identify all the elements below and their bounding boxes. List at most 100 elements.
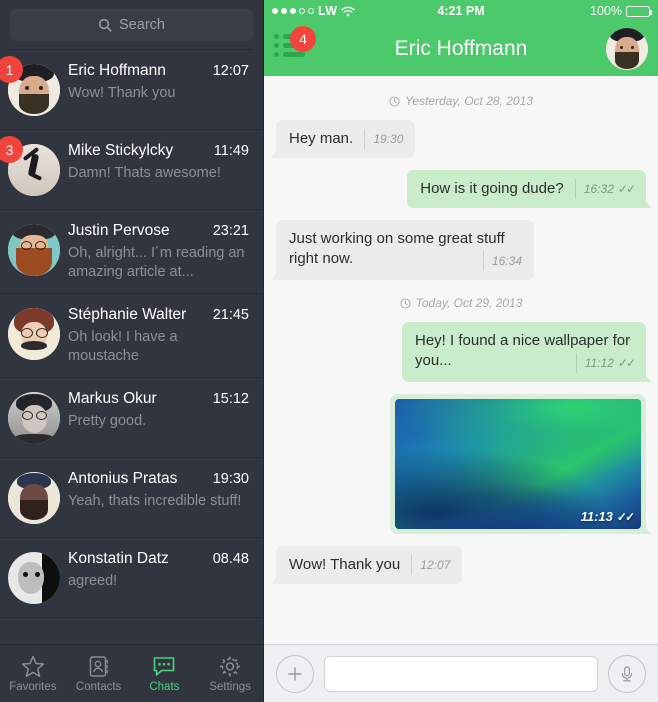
voice-record-button[interactable] <box>608 654 646 693</box>
menu-button[interactable]: 4 <box>274 26 316 64</box>
message-time: 19:30 <box>373 132 404 146</box>
tab-label: Favorites <box>9 681 57 693</box>
message-thread[interactable]: Yesterday, Oct 28, 2013 Hey man. 19:30 H… <box>264 76 658 644</box>
message-meta: 11:12 ✓✓ <box>575 353 636 373</box>
nav-bar: 4 Eric Hoffmann <box>264 22 658 76</box>
list-item[interactable]: Konstatin Datz 08.48 agreed! <box>0 538 263 618</box>
message-preview: Wow! Thank you <box>68 85 176 101</box>
status-right: 100% <box>590 4 652 18</box>
message-text: How is it going dude? <box>420 180 564 197</box>
list-item-body: Stéphanie Walter 21:45 Oh look! I have a… <box>68 306 253 366</box>
timestamp: 12:07 <box>212 63 249 79</box>
avatar-cell: 1 <box>0 56 68 116</box>
timestamp: 11:49 <box>213 143 249 159</box>
timestamp: 23:21 <box>212 223 249 239</box>
list-item[interactable]: Justin Pervose 23:21 Oh, alright... I´m … <box>0 210 263 294</box>
message-text: Just working on some great stuff right n… <box>289 230 505 267</box>
message-text: Wow! Thank you <box>289 556 401 573</box>
tab-contacts[interactable]: Contacts <box>66 645 132 702</box>
read-receipt-icon: ✓✓ <box>617 356 636 370</box>
list-item-body: Justin Pervose 23:21 Oh, alright... I´m … <box>68 222 253 282</box>
message-text: Hey man. <box>289 130 354 147</box>
message-bubble[interactable]: Just working on some great stuff right n… <box>270 220 534 280</box>
messaging-app: Search 1 Eric Hoffmann 12:07 Wow! Thank … <box>0 0 658 702</box>
tab-bar: Favorites Contacts Chats Settings <box>0 644 263 702</box>
message-time: 16:32 <box>583 182 614 196</box>
tab-label: Settings <box>209 681 251 693</box>
date-label: Today, Oct 29, 2013 <box>415 296 523 310</box>
timestamp: 08.48 <box>212 551 249 567</box>
avatar <box>8 224 60 276</box>
message-row[interactable]: Wow! Thank you 12:07 <box>269 546 646 584</box>
message-time: 16:34 <box>491 254 522 268</box>
status-bar: LW 4:21 PM 100% <box>264 0 658 22</box>
message-row[interactable]: Hey! I found a nice wallpaper for you...… <box>276 322 652 382</box>
contact-name: Mike Stickylcky <box>68 142 174 159</box>
message-preview: Yeah, thats incredible stuff! <box>68 493 242 509</box>
contact-name: Markus Okur <box>68 390 157 407</box>
wave-wallpaper-photo[interactable]: 11:13 ✓✓ <box>395 399 641 529</box>
list-item[interactable]: Antonius Pratas 19:30 Yeah, thats incred… <box>0 458 263 538</box>
message-input[interactable] <box>324 655 598 692</box>
message-meta: 11:13 ✓✓ <box>581 509 635 524</box>
list-item-body: Konstatin Datz 08.48 agreed! <box>68 550 253 591</box>
unread-badge: 4 <box>290 26 316 52</box>
message-time: 12:07 <box>420 558 451 572</box>
list-item-body: Antonius Pratas 19:30 Yeah, thats incred… <box>68 470 253 511</box>
message-preview: Damn! Thats awesome! <box>68 165 221 181</box>
contacts-icon <box>89 656 108 677</box>
microphone-icon <box>621 665 633 681</box>
message-row[interactable]: Hey man. 19:30 <box>269 120 646 158</box>
list-item[interactable]: 3 Mike Stickylcky 11:49 Damn! Thats awes… <box>0 130 263 210</box>
avatar-cell <box>0 470 68 524</box>
page-title: Eric Hoffmann <box>394 37 528 60</box>
message-bubble[interactable]: Wow! Thank you 12:07 <box>269 546 463 584</box>
message-preview: Oh look! I have a moustache <box>68 329 178 364</box>
clock-icon <box>389 95 400 107</box>
message-bubble[interactable]: Hey man. 19:30 <box>269 120 416 158</box>
date-label: Yesterday, Oct 28, 2013 <box>405 94 533 108</box>
message-bubble[interactable]: How is it going dude? 16:32 ✓✓ <box>407 170 652 208</box>
add-attachment-button[interactable] <box>276 654 314 693</box>
battery-percent: 100% <box>590 4 622 18</box>
message-preview: agreed! <box>68 573 118 589</box>
avatar-cell <box>0 306 68 360</box>
list-item-body: Markus Okur 15:12 Pretty good. <box>68 390 253 431</box>
sidebar: Search 1 Eric Hoffmann 12:07 Wow! Thank … <box>0 0 264 702</box>
list-item-body: Mike Stickylcky 11:49 Damn! Thats awesom… <box>68 142 253 183</box>
contact-avatar[interactable] <box>606 28 648 70</box>
read-receipt-icon: ✓✓ <box>616 509 635 524</box>
plus-icon <box>288 666 302 681</box>
tab-label: Chats <box>149 681 180 693</box>
composer-bar <box>264 644 658 702</box>
list-item[interactable]: Stéphanie Walter 21:45 Oh look! I have a… <box>0 294 263 378</box>
tab-favorites[interactable]: Favorites <box>0 645 66 702</box>
chat-bubble-icon <box>154 657 175 676</box>
search-input[interactable]: Search <box>10 9 253 41</box>
chat-list[interactable]: 1 Eric Hoffmann 12:07 Wow! Thank you 3 M… <box>0 50 263 644</box>
message-meta: 16:32 ✓✓ <box>574 179 636 199</box>
contact-name: Stéphanie Walter <box>68 306 187 323</box>
image-message-bubble[interactable]: 11:13 ✓✓ <box>390 394 652 534</box>
tab-label: Contacts <box>75 681 122 693</box>
search-placeholder: Search <box>119 17 165 33</box>
message-preview: Pretty good. <box>68 413 147 429</box>
timestamp: 15:12 <box>212 391 249 407</box>
tab-chats[interactable]: Chats <box>132 645 198 702</box>
list-item[interactable]: Markus Okur 15:12 Pretty good. <box>0 378 263 458</box>
contact-name: Justin Pervose <box>68 222 170 239</box>
message-preview: Oh, alright... I´m reading an amazing ar… <box>68 245 245 280</box>
clock-icon <box>400 297 411 309</box>
avatar-cell <box>0 390 68 444</box>
tab-settings[interactable]: Settings <box>197 645 263 702</box>
avatar <box>8 392 60 444</box>
contact-name: Konstatin Datz <box>68 550 169 567</box>
message-row[interactable]: Just working on some great stuff right n… <box>270 220 646 280</box>
message-bubble[interactable]: Hey! I found a nice wallpaper for you...… <box>402 322 652 382</box>
list-item[interactable]: 1 Eric Hoffmann 12:07 Wow! Thank you <box>0 50 263 130</box>
chat-panel: LW 4:21 PM 100% 4 Eric Hoffmann Yesterda… <box>264 0 658 702</box>
message-row[interactable]: 11:13 ✓✓ <box>276 394 652 534</box>
message-row[interactable]: How is it going dude? 16:32 ✓✓ <box>276 170 652 208</box>
read-receipt-icon: ✓✓ <box>617 182 636 196</box>
contact-name: Eric Hoffmann <box>68 62 166 79</box>
